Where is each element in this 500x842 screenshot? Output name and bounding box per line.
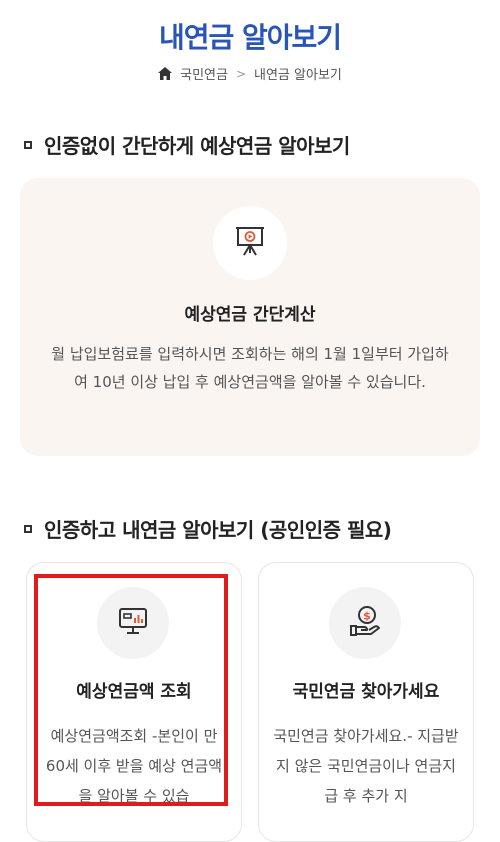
- chevron-right-icon: >: [235, 66, 247, 81]
- breadcrumb: 국민연금 > 내연금 알아보기: [0, 64, 500, 83]
- monitor-chart-icon: [118, 607, 148, 639]
- section-heading-text: 인증없이 간단하게 예상연금 알아보기: [44, 134, 350, 158]
- card-description: 국민연금 찾아가세요.- 지급받지 않은 국민연금이나 연금지급 후 추가 지: [273, 727, 459, 805]
- expected-pension-inquiry-card[interactable]: 예상연금액 조회 예상연금액조회 -본인이 만 60세 이후 받을 예상 연금액…: [26, 562, 242, 842]
- square-bullet-icon: [24, 140, 32, 149]
- card-description: 월 납입보험료를 입력하시면 조회하는 해의 1월 1일부터 가입하여 10년 …: [51, 345, 449, 391]
- money-hand-icon: $: [349, 605, 381, 641]
- section-heading-with-auth: 인증하고 내연금 알아보기 (공인인증 필요): [24, 514, 392, 543]
- breadcrumb-item-national-pension[interactable]: 국민연금: [180, 64, 228, 83]
- simple-calculation-card[interactable]: 예상연금 간단계산 월 납입보험료를 입력하시면 조회하는 해의 1월 1일부터…: [20, 178, 480, 456]
- section-heading-text: 인증하고 내연금 알아보기 (공인인증 필요): [44, 518, 392, 542]
- icon-circle: [97, 587, 169, 659]
- card-title: 예상연금 간단계산: [184, 305, 316, 325]
- breadcrumb-item-current: 내연금 알아보기: [254, 68, 342, 83]
- icon-circle: $: [329, 587, 401, 659]
- page-title: 내연금 알아보기: [158, 21, 342, 54]
- home-icon[interactable]: [158, 67, 173, 80]
- icon-circle: [213, 206, 287, 280]
- card-title: 예상연금액 조회: [76, 682, 192, 702]
- find-pension-card[interactable]: $ 국민연금 찾아가세요 국민연금 찾아가세요.- 지급받지 않은 국민연금이나…: [258, 562, 474, 842]
- presentation-board-icon: [235, 225, 265, 261]
- square-bullet-icon: [24, 524, 32, 533]
- svg-text:$: $: [363, 610, 371, 623]
- card-description: 예상연금액조회 -본인이 만 60세 이후 받을 예상 연금액을 알아볼 수 있…: [45, 727, 223, 805]
- section-heading-no-auth: 인증없이 간단하게 예상연금 알아보기: [24, 130, 350, 159]
- card-title: 국민연금 찾아가세요: [292, 682, 440, 702]
